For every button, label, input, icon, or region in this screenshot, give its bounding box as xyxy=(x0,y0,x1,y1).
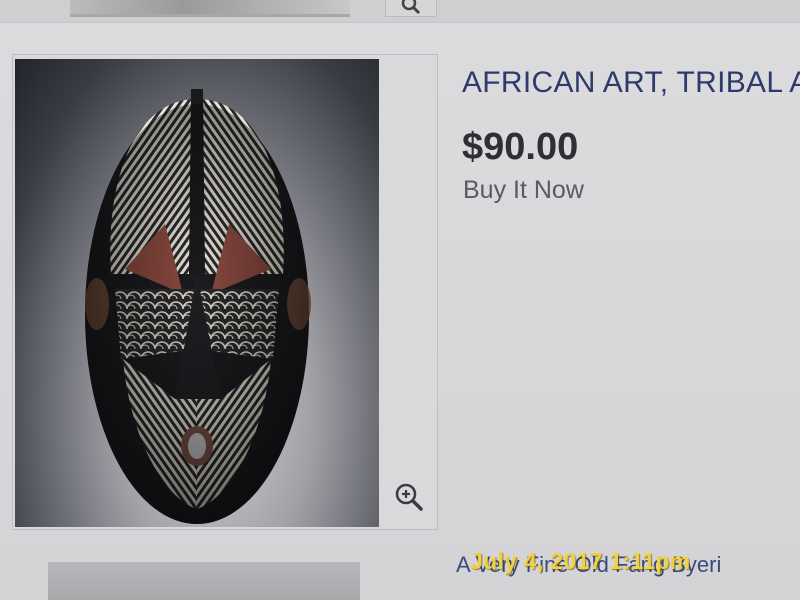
item-title: AFRICAN ART, TRIBAL A xyxy=(462,66,800,99)
listing-format: Buy It Now xyxy=(463,176,584,204)
tribal-mask-image xyxy=(85,89,311,524)
zoom-in-icon xyxy=(395,483,423,511)
previous-thumbnail[interactable] xyxy=(70,0,350,17)
top-zoom-button[interactable] xyxy=(385,0,437,17)
previous-thumbnail-strip xyxy=(0,0,800,23)
item-photo[interactable] xyxy=(15,59,379,527)
screen: AFRICAN ART, TRIBAL A $90.00 Buy It Now … xyxy=(0,0,800,600)
main-image-frame xyxy=(12,54,438,530)
next-thumbnail[interactable] xyxy=(48,562,360,600)
magnifier-icon xyxy=(401,0,421,15)
photo-timestamp: July 4, 2017 1:11pm xyxy=(470,548,691,574)
zoom-button[interactable] xyxy=(393,481,425,513)
item-price: $90.00 xyxy=(462,126,579,168)
